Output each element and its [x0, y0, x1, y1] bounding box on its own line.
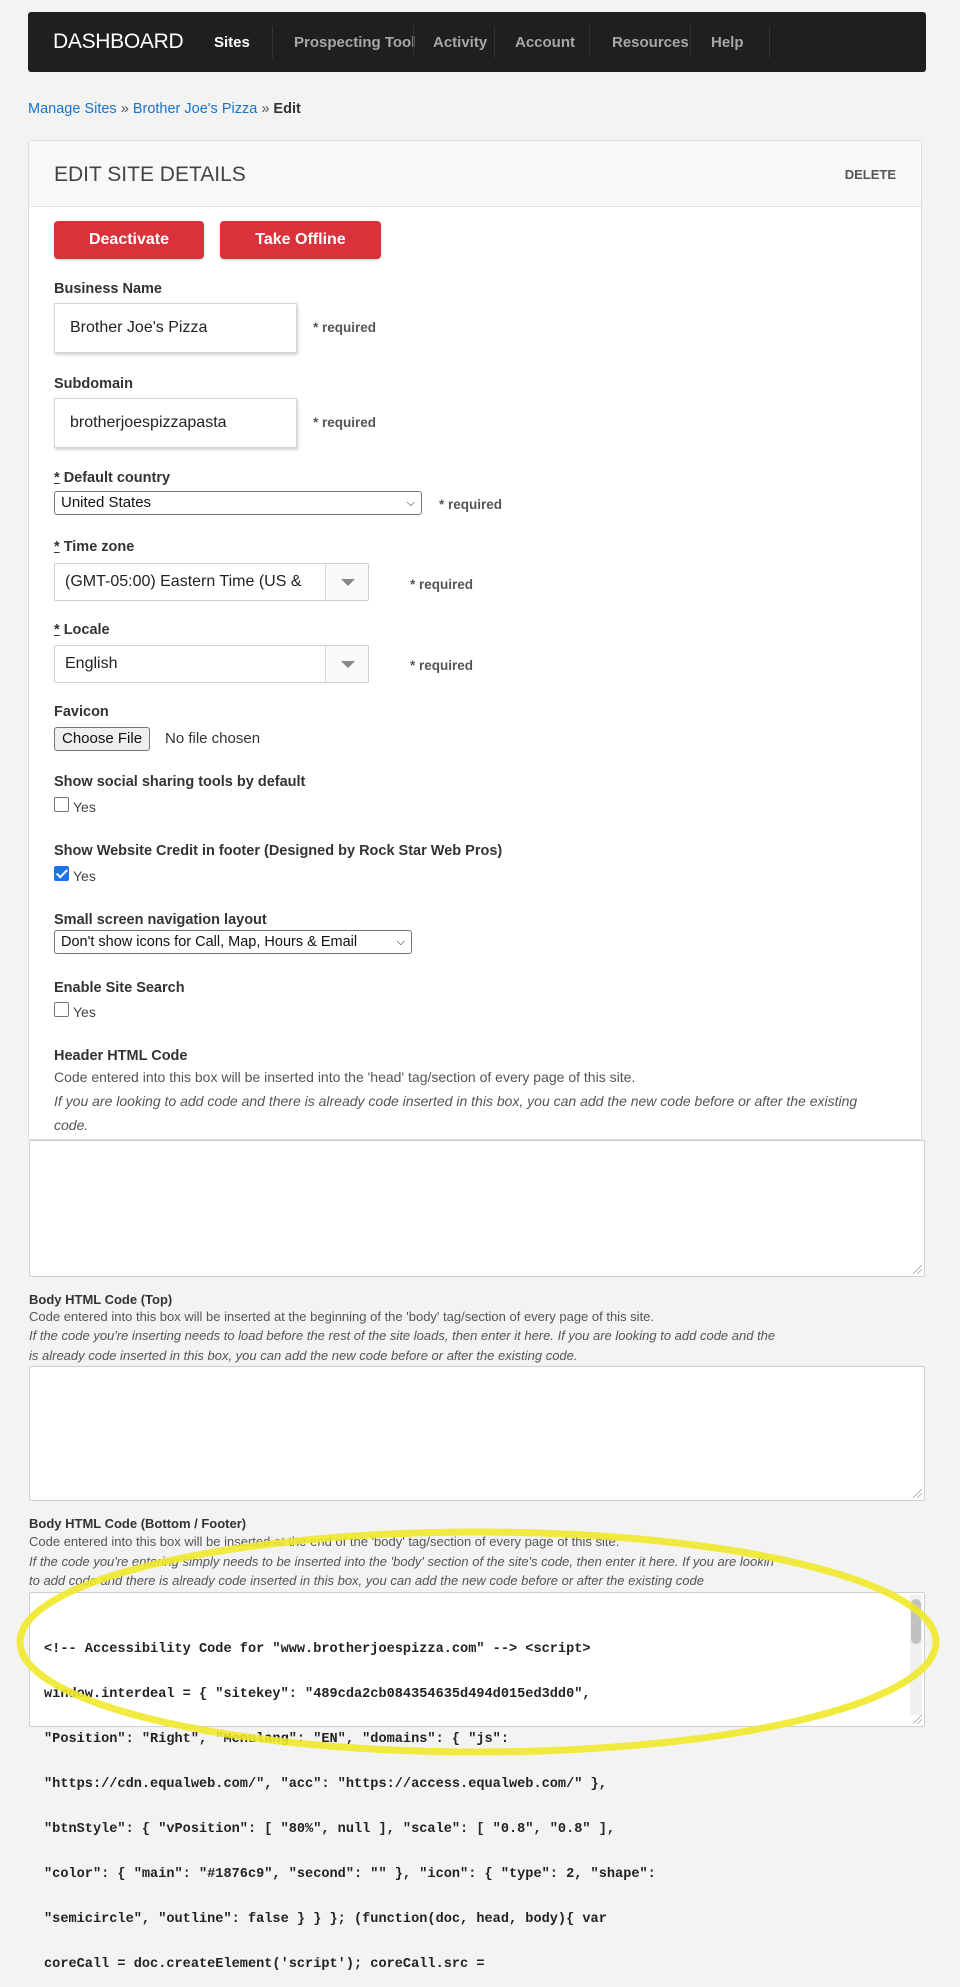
code-line: "https://cdn.equalweb.com/", "acc": "htt… — [44, 1777, 607, 1792]
nav-divider — [494, 26, 495, 58]
code-line: "semicircle", "outline": false } } }; (f… — [44, 1912, 607, 1927]
nav-item-prospecting-tool[interactable]: Prospecting Tool — [294, 34, 415, 51]
body-top-html-note-2: is already code inserted in this box, yo… — [29, 1348, 578, 1363]
breadcrumb-manage-sites-link[interactable]: Manage Sites — [28, 101, 117, 117]
social-sharing-checkbox[interactable] — [54, 797, 69, 812]
highlight-ellipse — [16, 1528, 940, 1756]
business-name-label: Business Name — [54, 281, 162, 297]
file-status: No file chosen — [165, 730, 261, 747]
body-top-html-desc: Code entered into this box will be inser… — [29, 1309, 655, 1324]
required-note: * required — [410, 577, 474, 592]
business-name-input[interactable]: Brother Joe's Pizza — [54, 303, 297, 353]
nav-divider — [690, 26, 691, 58]
website-credit-checkbox[interactable] — [54, 866, 69, 881]
brand-dashboard[interactable]: DASHBOARD — [53, 30, 184, 54]
deactivate-button[interactable]: Deactivate — [54, 221, 204, 259]
time-zone-label: * Time zone — [54, 539, 135, 555]
required-note: * required — [313, 415, 377, 430]
nav-item-sites[interactable]: Sites — [214, 34, 250, 51]
site-search-checkbox[interactable] — [54, 1002, 69, 1017]
chevron-down-icon: ⌵ — [396, 936, 405, 948]
subdomain-label: Subdomain — [54, 376, 133, 392]
resize-handle[interactable] — [913, 1265, 922, 1274]
locale-value: English — [65, 655, 118, 672]
locale-label: * Locale — [54, 622, 110, 638]
page-title: EDIT SITE DETAILS — [54, 163, 246, 186]
nav-divider — [589, 26, 590, 58]
body-top-html-label: Body HTML Code (Top) — [29, 1292, 173, 1307]
triangle-down-icon — [341, 579, 355, 586]
choose-file-button[interactable]: Choose File — [54, 727, 151, 751]
triangle-down-icon — [341, 661, 355, 668]
header-html-note-2: code. — [54, 1117, 89, 1133]
small-screen-nav-select[interactable]: Don't show icons for Call, Map, Hours & … — [54, 930, 412, 954]
header-html-note: If you are looking to add code and there… — [54, 1093, 858, 1109]
header-html-textarea[interactable] — [29, 1140, 925, 1277]
body-top-html-note: If the code you're inserting needs to lo… — [29, 1328, 776, 1343]
code-line: "btnStyle": { "vPosition": [ "80%", null… — [44, 1822, 616, 1837]
breadcrumb-current: Edit — [273, 101, 301, 117]
nav-item-help[interactable]: Help — [711, 34, 744, 51]
default-country-label: * Default country — [54, 470, 171, 486]
delete-link[interactable]: DELETE — [845, 167, 896, 182]
default-country-value: United States — [61, 494, 152, 511]
breadcrumb-separator: » — [261, 101, 270, 117]
breadcrumb: Manage Sites » Brother Joe's Pizza » Edi… — [28, 101, 301, 117]
small-screen-nav-label: Small screen navigation layout — [54, 912, 267, 928]
nav-divider — [413, 26, 414, 58]
code-line: "color": { "main": "#1876c9", "second": … — [44, 1867, 656, 1882]
required-note: * required — [410, 658, 474, 673]
nav-divider — [272, 26, 273, 58]
take-offline-button[interactable]: Take Offline — [220, 221, 381, 259]
website-credit-label: Show Website Credit in footer (Designed … — [54, 843, 503, 859]
header-html-label: Header HTML Code — [54, 1048, 188, 1064]
social-sharing-label: Show social sharing tools by default — [54, 774, 306, 790]
locale-select[interactable]: English — [54, 645, 369, 683]
time-zone-value: (GMT-05:00) Eastern Time (US & — [65, 573, 302, 590]
panel-header: EDIT SITE DETAILS DELETE — [29, 141, 921, 207]
time-zone-select[interactable]: (GMT-05:00) Eastern Time (US & — [54, 563, 369, 601]
breadcrumb-site-link[interactable]: Brother Joe's Pizza — [133, 101, 257, 117]
nav-item-activity[interactable]: Activity — [433, 34, 487, 51]
site-search-yes: Yes — [73, 1004, 96, 1020]
default-country-select[interactable]: United States ⌵ — [54, 491, 422, 515]
body-top-html-textarea[interactable] — [29, 1366, 925, 1501]
required-note: * required — [439, 497, 503, 512]
header-html-desc: Code entered into this box will be inser… — [54, 1069, 636, 1085]
dropdown-arrow[interactable] — [325, 564, 368, 600]
breadcrumb-separator: » — [120, 101, 129, 117]
subdomain-input[interactable]: brotherjoespizzapasta — [54, 398, 297, 448]
required-note: * required — [313, 320, 377, 335]
code-line: coreCall = doc.createElement('script'); … — [44, 1957, 485, 1972]
top-navbar: DASHBOARD Sites Prospecting Tool Activit… — [28, 12, 926, 72]
dropdown-arrow[interactable] — [325, 646, 368, 682]
chevron-down-icon: ⌵ — [406, 497, 415, 509]
nav-item-account[interactable]: Account — [515, 34, 575, 51]
resize-handle[interactable] — [913, 1489, 922, 1498]
nav-divider — [769, 26, 770, 58]
nav-item-resources[interactable]: Resources — [612, 34, 689, 51]
favicon-label: Favicon — [54, 704, 109, 720]
small-screen-nav-value: Don't show icons for Call, Map, Hours & … — [61, 934, 358, 950]
social-sharing-yes: Yes — [73, 799, 96, 815]
website-credit-yes: Yes — [73, 868, 96, 884]
site-search-label: Enable Site Search — [54, 980, 185, 996]
